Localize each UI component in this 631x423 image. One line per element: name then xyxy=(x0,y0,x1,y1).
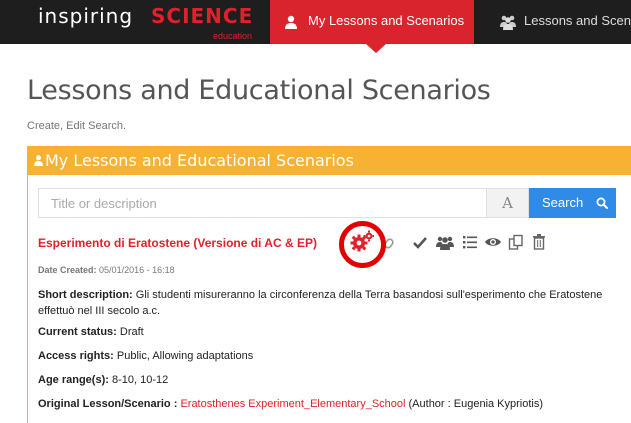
font-toggle-button[interactable]: A xyxy=(487,188,529,218)
search-icon xyxy=(596,197,608,209)
user-icon xyxy=(34,155,43,166)
tab-lessons-scenarios[interactable]: Lessons and Scena xyxy=(474,0,631,44)
tab-lessons-scenarios-label: Lessons and Scena xyxy=(524,13,631,28)
top-navbar: inspiring SCIENCE education My Lessons a… xyxy=(0,0,631,53)
page-subtitle: Create, Edit Search. xyxy=(27,120,127,132)
lesson-actions-toolbar xyxy=(350,230,610,254)
trash-icon[interactable] xyxy=(532,230,546,254)
access-rights-value: Public, Allowing adaptations xyxy=(116,350,254,362)
date-created-value: 05/01/2016 - 16:18 xyxy=(99,265,175,275)
date-created: Date Created: 05/01/2016 - 16:18 xyxy=(38,265,175,275)
lesson-title-link[interactable]: Esperimento di Eratostene (Versione di A… xyxy=(38,236,317,250)
logo-education-text: education xyxy=(213,31,253,41)
short-description: Short description: Gli studenti misurera… xyxy=(38,287,628,319)
page-title: Lessons and Educational Scenarios xyxy=(27,75,491,106)
original-lesson: Original Lesson/Scenario : Eratosthenes … xyxy=(38,398,543,410)
panel-header: My Lessons and Educational Scenarios xyxy=(28,146,631,175)
search-input[interactable] xyxy=(38,188,487,218)
site-logo[interactable]: inspiring SCIENCE education xyxy=(38,4,260,44)
age-range-label: Age range(s): xyxy=(38,374,109,386)
search-button-label: Search xyxy=(542,195,584,210)
list-icon[interactable] xyxy=(462,230,478,254)
date-created-label: Date Created: xyxy=(38,265,97,275)
users-icon xyxy=(500,15,516,30)
logo-science-text: SCIENCE xyxy=(151,4,254,28)
search-button[interactable]: Search xyxy=(529,188,616,218)
original-lesson-label: Original Lesson/Scenario : xyxy=(38,398,178,410)
logo-inspiring-text: inspiring xyxy=(38,4,134,28)
current-status-label: Current status: xyxy=(38,326,117,338)
original-lesson-author: (Author : Eugenia Kypriotis) xyxy=(408,398,544,410)
users-icon[interactable] xyxy=(435,230,455,254)
access-rights-label: Access rights: xyxy=(38,350,114,362)
eye-icon[interactable] xyxy=(484,230,502,254)
highlight-circle xyxy=(339,221,386,268)
active-tab-caret xyxy=(366,44,386,53)
panel-title: My Lessons and Educational Scenarios xyxy=(45,151,354,170)
original-lesson-link[interactable]: Eratosthenes Experiment_Elementary_Schoo… xyxy=(180,398,405,410)
copy-icon[interactable] xyxy=(508,230,524,254)
tab-my-lessons-label: My Lessons and Scenarios xyxy=(308,13,465,28)
short-description-label: Short description: xyxy=(38,289,133,301)
my-lessons-panel: My Lessons and Educational Scenarios A S… xyxy=(27,146,631,423)
current-status: Current status: Draft xyxy=(38,326,144,338)
current-status-value: Draft xyxy=(119,326,144,338)
age-range-value: 8-10, 10-12 xyxy=(111,374,169,386)
tab-my-lessons[interactable]: My Lessons and Scenarios xyxy=(270,0,474,53)
user-icon xyxy=(285,15,297,29)
search-bar: A Search xyxy=(38,188,623,218)
check-icon[interactable] xyxy=(412,230,428,254)
link-icon[interactable] xyxy=(384,230,398,254)
access-rights: Access rights: Public, Allowing adaptati… xyxy=(38,350,253,362)
age-range: Age range(s): 8-10, 10-12 xyxy=(38,374,168,386)
